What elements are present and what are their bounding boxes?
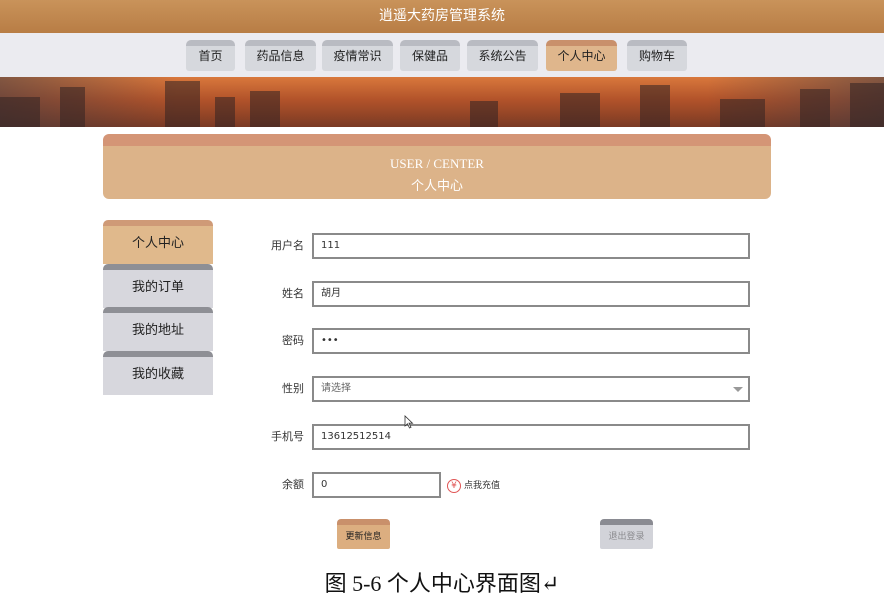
logout-button[interactable]: 退出登录	[600, 519, 653, 549]
phone-label: 手机号	[271, 430, 304, 443]
app-window: 逍遥大药房管理系统 首页 药品信息 疫情常识 保健品 系统公告 个人中心 购物车…	[0, 0, 884, 559]
balance-label: 余额	[282, 478, 304, 491]
sidebar-item-addresses[interactable]: 我的地址	[103, 307, 213, 351]
nav-item-health-products[interactable]: 保健品	[400, 40, 460, 71]
password-label: 密码	[282, 334, 304, 347]
nav-item-cart[interactable]: 购物车	[627, 40, 687, 71]
sidebar-item-user-center[interactable]: 个人中心	[103, 220, 213, 264]
app-title: 逍遥大药房管理系统	[379, 8, 505, 24]
city-banner-image	[0, 77, 884, 127]
nav-item-epidemic-knowledge[interactable]: 疫情常识	[322, 40, 393, 71]
password-field[interactable]: •••	[312, 328, 750, 354]
sidebar-item-orders[interactable]: 我的订单	[103, 264, 213, 308]
mouse-pointer-icon	[404, 415, 414, 429]
figure-caption: 图 5-6 个人中心界面图↵	[324, 571, 560, 596]
sidebar-item-favorites[interactable]: 我的收藏	[103, 351, 213, 395]
gender-select[interactable]: 请选择	[312, 376, 750, 402]
name-label: 姓名	[282, 287, 304, 300]
app-title-bar: 逍遥大药房管理系统	[0, 0, 884, 33]
main-nav: 首页 药品信息 疫情常识 保健品 系统公告 个人中心 购物车	[0, 33, 884, 77]
gender-select-placeholder: 请选择	[321, 383, 351, 394]
nav-item-drug-info[interactable]: 药品信息	[245, 40, 316, 71]
balance-field[interactable]: 0	[312, 472, 441, 498]
section-header: USER / CENTER 个人中心	[103, 134, 771, 199]
username-field[interactable]: 111	[312, 233, 750, 259]
gender-label: 性别	[282, 382, 304, 395]
yen-icon: ¥	[447, 478, 461, 493]
recharge-link[interactable]: ¥ 点我充值	[447, 477, 500, 495]
username-label: 用户名	[271, 239, 304, 252]
phone-field[interactable]: 13612512514	[312, 424, 750, 450]
nav-item-user-center[interactable]: 个人中心	[546, 40, 617, 71]
recharge-label: 点我充值	[464, 481, 501, 491]
chevron-down-icon	[733, 387, 743, 392]
section-title-en: USER / CENTER	[390, 156, 484, 171]
nav-item-home[interactable]: 首页	[186, 40, 235, 71]
name-field[interactable]: 胡月	[312, 281, 750, 307]
update-info-button[interactable]: 更新信息	[337, 519, 390, 549]
nav-item-announcements[interactable]: 系统公告	[467, 40, 538, 71]
section-title-zh: 个人中心	[410, 179, 463, 194]
